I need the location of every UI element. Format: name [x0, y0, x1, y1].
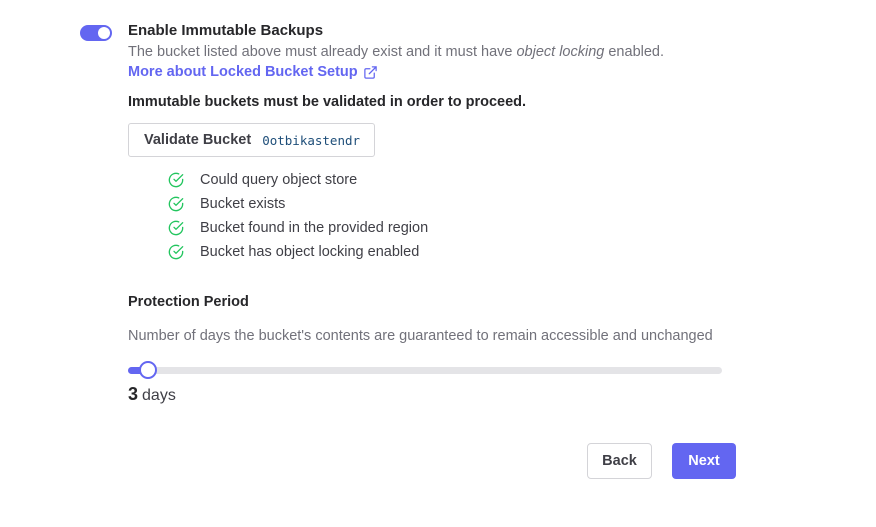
immutable-backups-toggle[interactable] — [80, 25, 112, 41]
check-circle-icon — [168, 220, 184, 236]
validation-check-label: Bucket exists — [200, 196, 286, 212]
validation-note: Immutable buckets must be validated in o… — [128, 94, 527, 110]
next-button[interactable]: Next — [672, 443, 736, 479]
description-prefix: The bucket listed above must already exi… — [128, 44, 517, 60]
check-circle-icon — [168, 244, 184, 260]
validation-check-label: Bucket has object locking enabled — [200, 244, 420, 260]
protection-days-number: 3 — [128, 384, 139, 404]
validation-check-item: Could query object store — [168, 168, 428, 192]
description-suffix: enabled. — [604, 44, 665, 60]
locked-bucket-setup-link[interactable]: More about Locked Bucket Setup — [128, 64, 378, 80]
validation-check-item: Bucket found in the provided region — [168, 216, 428, 240]
immutable-backups-title: Enable Immutable Backups — [128, 22, 324, 39]
back-button[interactable]: Back — [587, 443, 652, 479]
check-circle-icon — [168, 196, 184, 212]
description-emphasis: object locking — [516, 44, 605, 60]
protection-days-unit: days — [142, 387, 176, 404]
protection-period-slider-thumb[interactable] — [139, 361, 157, 379]
validate-bucket-button[interactable]: Validate Bucket 0otbikastendr — [128, 123, 375, 157]
validation-check-item: Bucket exists — [168, 192, 428, 216]
protection-period-value: 3 days — [128, 384, 176, 405]
validation-check-item: Bucket has object locking enabled — [168, 240, 428, 264]
locked-bucket-setup-link-label: More about Locked Bucket Setup — [128, 64, 358, 80]
protection-period-description: Number of days the bucket's contents are… — [128, 328, 713, 344]
bucket-name: 0otbikastendr — [262, 132, 361, 148]
check-circle-icon — [168, 172, 184, 188]
immutable-backups-description: The bucket listed above must already exi… — [128, 44, 664, 60]
validation-checks-list: Could query object store Bucket exists B… — [168, 168, 428, 264]
validation-check-label: Bucket found in the provided region — [200, 220, 429, 236]
toggle-knob — [98, 27, 110, 39]
validation-check-label: Could query object store — [200, 172, 358, 188]
validate-bucket-label: Validate Bucket — [144, 132, 252, 148]
external-link-icon — [363, 65, 377, 79]
protection-period-title: Protection Period — [128, 294, 249, 310]
protection-period-slider-track[interactable] — [128, 367, 722, 374]
